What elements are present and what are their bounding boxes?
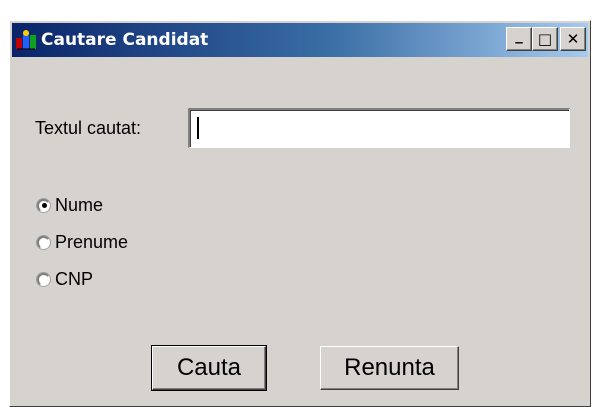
- maximize-icon: □: [537, 29, 553, 48]
- app-logo-icon: [15, 29, 37, 51]
- cancel-button[interactable]: Renunta: [320, 346, 459, 390]
- search-candidate-dialog: Cautare Candidat _ □ ✕ Textul cautat: Nu…: [9, 20, 591, 407]
- radio-option-prenume[interactable]: Prenume: [37, 230, 128, 254]
- maximize-button[interactable]: □: [532, 27, 558, 51]
- radio-selected-dot: [41, 203, 47, 208]
- minimize-button[interactable]: _: [506, 27, 532, 51]
- radio-option-cnp[interactable]: CNP: [37, 267, 93, 291]
- text-caret: [197, 117, 199, 139]
- search-button[interactable]: Cauta: [151, 345, 267, 391]
- radio-option-nume[interactable]: Nume: [37, 193, 103, 217]
- radio-label-prenume: Prenume: [55, 231, 129, 252]
- window-controls: _ □ ✕: [506, 27, 586, 51]
- close-icon: ✕: [566, 29, 580, 48]
- title-bar[interactable]: Cautare Candidat _ □ ✕: [12, 23, 588, 57]
- radio-button-nume[interactable]: [37, 198, 50, 212]
- window-title: Cautare Candidat: [41, 30, 209, 50]
- minimize-icon: _: [515, 25, 523, 44]
- close-button[interactable]: ✕: [560, 27, 586, 51]
- radio-label-nume: Nume: [55, 194, 104, 215]
- radio-button-prenume[interactable]: [37, 235, 50, 249]
- search-text-input[interactable]: [188, 108, 570, 148]
- search-text-label: Textul cautat:: [35, 118, 142, 138]
- radio-label-cnp: CNP: [55, 268, 94, 289]
- radio-button-cnp[interactable]: [37, 272, 50, 286]
